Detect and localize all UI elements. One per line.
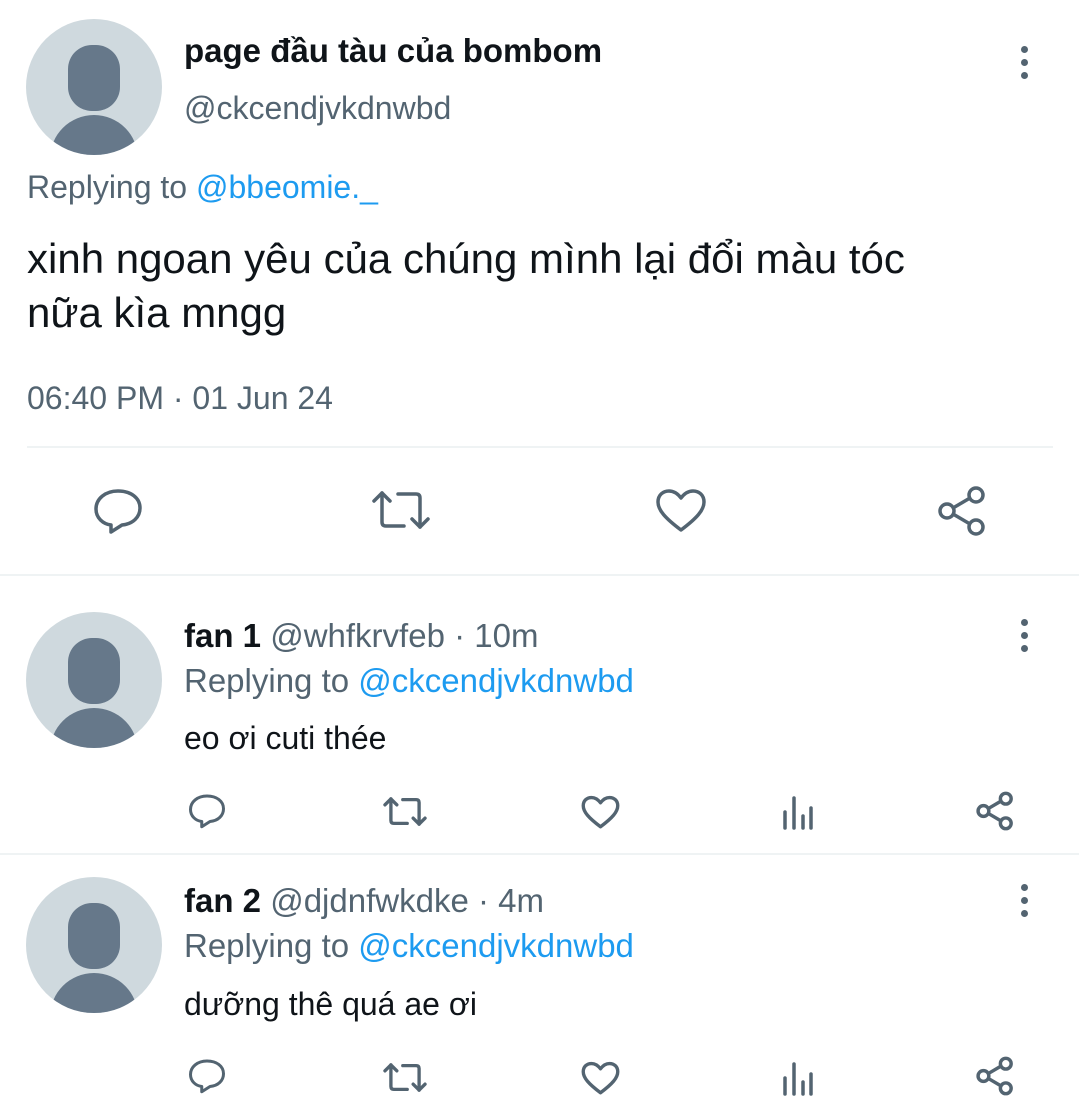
replying-to-link[interactable]: @ckcendjvkdnwbd (358, 927, 634, 964)
reply-icon[interactable] (93, 487, 143, 535)
reply-header: fan 2 @djdnfwkdke · 4m (184, 881, 544, 921)
reply-age: 10m (474, 617, 539, 654)
reply-display-name[interactable]: fan 1 (184, 617, 261, 654)
replying-prefix: Replying to (184, 662, 350, 699)
reply-display-name[interactable]: fan 2 (184, 882, 261, 919)
main-tweet-handle[interactable]: @ckcendjvkdnwbd (184, 88, 451, 128)
replying-prefix: Replying to (27, 169, 188, 205)
views-icon[interactable] (781, 1060, 815, 1096)
share-icon[interactable] (975, 1056, 1015, 1096)
section-divider (0, 853, 1079, 855)
main-tweet-text-line2: nữa kìa mngg (27, 289, 287, 336)
reply-icon[interactable] (188, 1058, 226, 1094)
reply-more-icon[interactable] (1014, 884, 1034, 920)
tweet-time: 06:40 PM (27, 380, 164, 416)
retweet-icon[interactable] (370, 488, 432, 532)
section-divider (0, 574, 1079, 576)
reply-handle[interactable]: @djdnfwkdke (270, 882, 469, 919)
reply-more-icon[interactable] (1014, 619, 1034, 655)
reply-replying-line: Replying to @ckcendjvkdnwbd (184, 926, 634, 966)
retweet-icon[interactable] (382, 795, 428, 828)
share-icon[interactable] (975, 791, 1015, 831)
replying-to-link[interactable]: @bbeomie._ (196, 169, 378, 205)
main-tweet-replying-line: Replying to @bbeomie._ (27, 167, 378, 207)
reply-text: dưỡng thê quá ae ơi (184, 986, 477, 1022)
reply-separator: · (454, 617, 466, 654)
reply-avatar[interactable] (26, 612, 162, 748)
retweet-icon[interactable] (382, 1061, 428, 1094)
tweet-date: 01 Jun 24 (192, 380, 333, 416)
main-tweet-display-name[interactable]: page đầu tàu của bombom (184, 31, 602, 71)
main-tweet-text: xinh ngoan yêu của chúng mình lại đổi mà… (27, 232, 905, 340)
views-icon[interactable] (781, 794, 815, 830)
timestamp-separator: · (172, 380, 184, 416)
reply-replying-line: Replying to @ckcendjvkdnwbd (184, 661, 634, 701)
reply-separator: · (477, 882, 489, 919)
main-tweet-more-icon[interactable] (1014, 46, 1034, 82)
reply-icon[interactable] (188, 793, 226, 829)
main-tweet-avatar[interactable] (26, 19, 162, 155)
like-icon[interactable] (581, 795, 620, 830)
share-icon[interactable] (936, 485, 988, 537)
reply-text: eo ơi cuti thée (184, 720, 387, 756)
main-tweet-divider (27, 446, 1053, 448)
main-tweet-timestamp: 06:40 PM · 01 Jun 24 (27, 378, 333, 418)
reply-handle[interactable]: @whfkrvfeb (270, 617, 445, 654)
replying-to-link[interactable]: @ckcendjvkdnwbd (358, 662, 634, 699)
reply-age: 4m (498, 882, 544, 919)
replying-prefix: Replying to (184, 927, 350, 964)
like-icon[interactable] (655, 488, 707, 534)
like-icon[interactable] (581, 1061, 620, 1096)
reply-header: fan 1 @whfkrvfeb · 10m (184, 616, 538, 656)
main-tweet-text-line1: xinh ngoan yêu của chúng mình lại đổi mà… (27, 235, 905, 282)
reply-avatar[interactable] (26, 877, 162, 1013)
